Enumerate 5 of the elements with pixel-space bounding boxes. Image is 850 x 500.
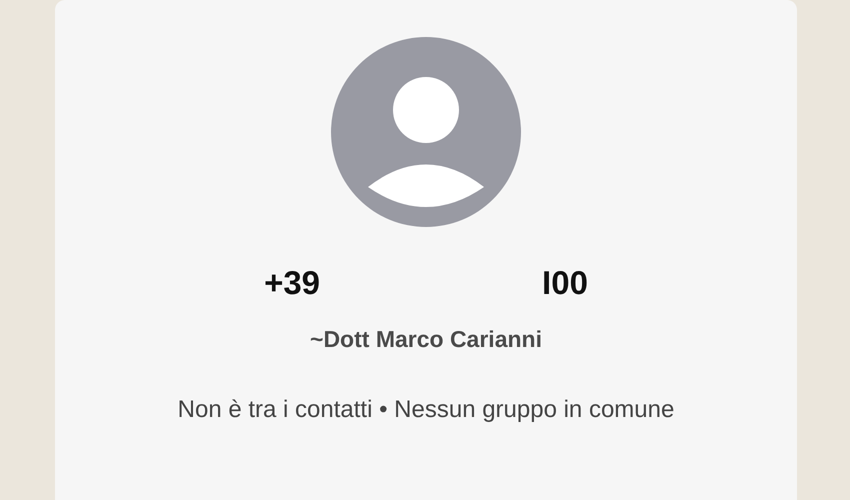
phone-number: +39 [264,263,320,303]
phone-number: I00 [542,263,588,303]
contact-info: Non è tra i contatti • Nessun gruppo in comune [178,395,674,425]
contact-name: ~Dott Marco Carianni [310,325,542,354]
avatar-icon [331,37,521,227]
